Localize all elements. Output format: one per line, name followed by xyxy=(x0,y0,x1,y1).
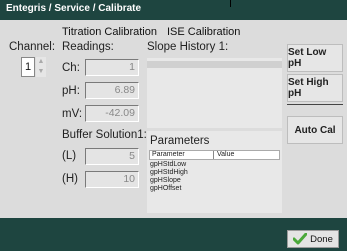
column-divider xyxy=(213,151,214,159)
parameter-row[interactable]: gpHStdLow xyxy=(150,161,186,169)
buffer-title: Buffer Solution1: xyxy=(62,129,147,141)
buffer-low-label: (L) xyxy=(62,150,77,162)
buffer-high-label: (H) xyxy=(62,173,78,185)
mv-label: mV: xyxy=(62,108,83,120)
mv-value: -42.09 xyxy=(85,105,139,122)
parameters-title: Parameters xyxy=(150,135,210,147)
done-label: Done xyxy=(310,233,333,245)
slope-history-panel xyxy=(147,58,282,128)
parameter-row[interactable]: gpHOffset xyxy=(150,185,181,193)
parameter-row[interactable]: gpHStdHigh xyxy=(150,169,188,177)
ch-label: Ch: xyxy=(62,62,80,74)
tab-titration-calibration[interactable]: Titration Calibration xyxy=(62,26,157,38)
button-divider xyxy=(287,104,343,105)
breadcrumb: Entegris / Service / Calibrate xyxy=(6,3,142,14)
set-high-ph-button[interactable]: Set High pH xyxy=(287,74,343,102)
tab-ise-calibration[interactable]: ISE Calibration xyxy=(167,26,240,38)
title-bar: Entegris / Service / Calibrate xyxy=(0,0,347,20)
channel-down-arrow-icon[interactable]: ▼ xyxy=(36,67,46,77)
channel-label: Channel: xyxy=(9,41,56,53)
parameters-table-header: Parameter Value xyxy=(149,150,280,160)
value-column-header: Value xyxy=(217,151,235,158)
done-button[interactable]: Done xyxy=(287,230,339,248)
readings-title: Readings: xyxy=(62,41,114,53)
buffer-high-value: 10 xyxy=(85,171,139,188)
ph-value: 6.89 xyxy=(85,82,139,99)
ph-label: pH: xyxy=(62,85,80,97)
channel-value[interactable]: 1 xyxy=(21,57,35,77)
parameters-column-header: Parameter xyxy=(152,151,185,158)
set-low-ph-button[interactable]: Set Low pH xyxy=(287,44,343,72)
checkmark-icon xyxy=(293,233,308,245)
buffer-low-value: 5 xyxy=(85,148,139,165)
top-divider-mark xyxy=(230,0,231,7)
slope-history-header xyxy=(147,61,282,68)
parameter-row[interactable]: gpHSlope xyxy=(150,177,181,185)
auto-cal-button[interactable]: Auto Cal xyxy=(287,116,343,144)
ch-value: 1 xyxy=(85,59,139,76)
channel-up-arrow-icon[interactable]: ▲ xyxy=(36,57,46,67)
slope-history-title: Slope History 1: xyxy=(147,41,229,53)
